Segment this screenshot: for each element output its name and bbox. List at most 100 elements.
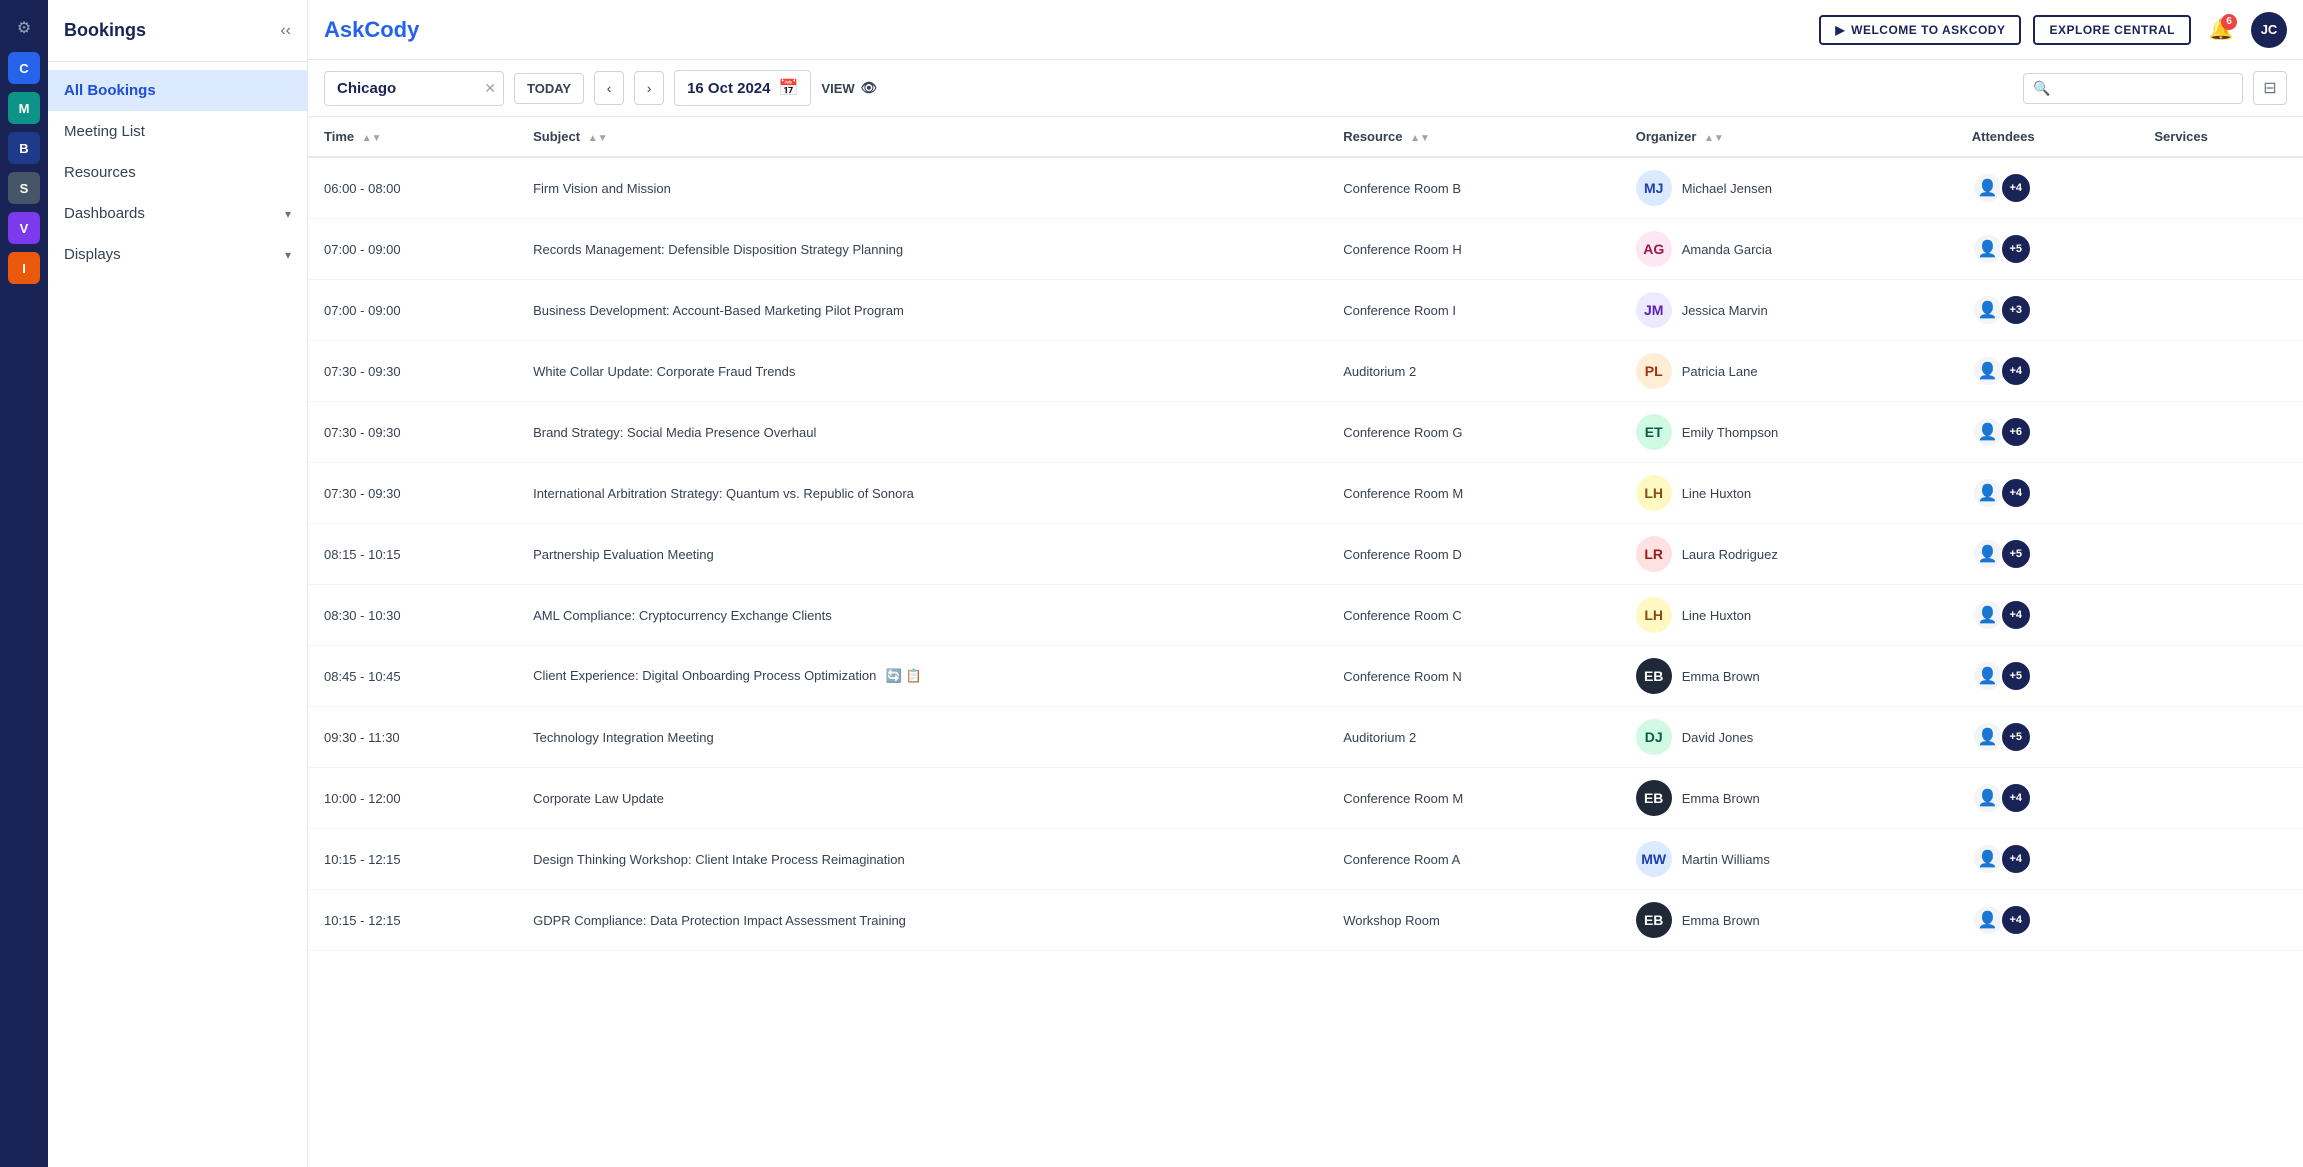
cell-time: 08:30 - 10:30 — [308, 585, 517, 646]
table-row[interactable]: 07:00 - 09:00Business Development: Accou… — [308, 280, 2303, 341]
sidebar-item-resources[interactable]: Resources — [48, 152, 307, 193]
cell-attendees: 👤+4 — [1956, 890, 2139, 951]
table-row[interactable]: 08:45 - 10:45Client Experience: Digital … — [308, 646, 2303, 707]
cell-attendees: 👤+4 — [1956, 585, 2139, 646]
cell-subject: White Collar Update: Corporate Fraud Tre… — [517, 341, 1327, 402]
welcome-button[interactable]: ▶ WELCOME TO ASKCODY — [1819, 15, 2021, 45]
organizer-name: Patricia Lane — [1682, 364, 1758, 379]
table-row[interactable]: 08:15 - 10:15Partnership Evaluation Meet… — [308, 524, 2303, 585]
filter-icon-button[interactable]: ⊟ — [2253, 71, 2287, 105]
attendee-count-badge: +4 — [2000, 599, 2032, 631]
col-organizer[interactable]: Organizer ▲▼ — [1620, 117, 1956, 157]
table-row[interactable]: 08:30 - 10:30AML Compliance: Cryptocurre… — [308, 585, 2303, 646]
attendee-avatar: 👤 — [1972, 538, 2004, 570]
sort-icon: ▲▼ — [1704, 133, 1724, 144]
chevron-down-icon: ▾ — [285, 207, 291, 221]
organizer-name: Laura Rodriguez — [1682, 547, 1778, 562]
app-logo: AskCody — [324, 17, 419, 43]
table-row[interactable]: 10:00 - 12:00Corporate Law UpdateConfere… — [308, 768, 2303, 829]
topbar: AskCody ▶ WELCOME TO ASKCODY EXPLORE CEN… — [308, 0, 2303, 60]
attendee-count-badge: +5 — [2000, 721, 2032, 753]
nav-icon-s[interactable]: S — [8, 172, 40, 204]
col-resource[interactable]: Resource ▲▼ — [1327, 117, 1620, 157]
sidebar-item-all-bookings[interactable]: All Bookings — [48, 70, 307, 111]
nav-icon-i[interactable]: I — [8, 252, 40, 284]
cell-services — [2138, 219, 2303, 280]
sidebar-item-label: Resources — [64, 164, 136, 181]
cell-subject: Business Development: Account-Based Mark… — [517, 280, 1327, 341]
notification-button[interactable]: 🔔 6 — [2203, 12, 2239, 48]
cell-organizer: EBEmma Brown — [1620, 646, 1956, 707]
cell-time: 08:45 - 10:45 — [308, 646, 517, 707]
cell-organizer: JMJessica Marvin — [1620, 280, 1956, 341]
attendee-count-badge: +5 — [2000, 233, 2032, 265]
organizer-avatar: LH — [1636, 475, 1672, 511]
col-subject[interactable]: Subject ▲▼ — [517, 117, 1327, 157]
explore-button[interactable]: EXPLORE CENTRAL — [2033, 15, 2191, 45]
sidebar-item-dashboards[interactable]: Dashboards ▾ — [48, 193, 307, 234]
filter-bar: ✕ TODAY ‹ › 16 Oct 2024 📅 VIEW 👁 🔍 ⊟ — [308, 60, 2303, 117]
organizer-name: Michael Jensen — [1682, 181, 1772, 196]
sidebar-title: Bookings — [64, 20, 146, 41]
search-input[interactable] — [2023, 73, 2243, 104]
attendee-count-badge: +4 — [2000, 172, 2032, 204]
attendee-count-badge: +4 — [2000, 477, 2032, 509]
attendee-avatar: 👤 — [1972, 294, 2004, 326]
attendee-avatar: 👤 — [1972, 904, 2004, 936]
cell-resource: Conference Room A — [1327, 829, 1620, 890]
table-row[interactable]: 07:30 - 09:30White Collar Update: Corpor… — [308, 341, 2303, 402]
attendee-count-badge: +4 — [2000, 355, 2032, 387]
user-avatar[interactable]: JC — [2251, 12, 2287, 48]
organizer-avatar: EB — [1636, 780, 1672, 816]
cell-resource: Conference Room M — [1327, 768, 1620, 829]
cell-organizer: LRLaura Rodriguez — [1620, 524, 1956, 585]
attendee-count-badge: +3 — [2000, 294, 2032, 326]
table-row[interactable]: 09:30 - 11:30Technology Integration Meet… — [308, 707, 2303, 768]
nav-icon-b[interactable]: B — [8, 132, 40, 164]
organizer-avatar: EB — [1636, 902, 1672, 938]
table-row[interactable]: 07:00 - 09:00Records Management: Defensi… — [308, 219, 2303, 280]
cell-resource: Auditorium 2 — [1327, 341, 1620, 402]
table-row[interactable]: 07:30 - 09:30Brand Strategy: Social Medi… — [308, 402, 2303, 463]
col-time[interactable]: Time ▲▼ — [308, 117, 517, 157]
cell-services — [2138, 402, 2303, 463]
location-clear-button[interactable]: ✕ — [484, 80, 496, 97]
nav-icon-c[interactable]: C — [8, 52, 40, 84]
cell-organizer: LH Line Huxton — [1620, 463, 1956, 524]
attendee-avatar: 👤 — [1972, 233, 2004, 265]
attendee-avatar: 👤 — [1972, 416, 2004, 448]
sidebar-item-meeting-list[interactable]: Meeting List — [48, 111, 307, 152]
organizer-name: Line Huxton — [1682, 486, 1751, 501]
today-button[interactable]: TODAY — [514, 73, 584, 104]
table-row[interactable]: 06:00 - 08:00Firm Vision and MissionConf… — [308, 157, 2303, 219]
cell-organizer: AGAmanda Garcia — [1620, 219, 1956, 280]
view-label: VIEW — [821, 81, 854, 96]
bookings-table-wrap: Time ▲▼ Subject ▲▼ Resource ▲▼ Organiz — [308, 117, 2303, 1167]
organizer-name: Amanda Garcia — [1682, 242, 1772, 257]
nav-icon-m[interactable]: M — [8, 92, 40, 124]
calendar-icon[interactable]: 📅 — [778, 78, 798, 98]
sidebar: Bookings ‹‹ All Bookings Meeting List Re… — [48, 0, 308, 1167]
cell-services — [2138, 646, 2303, 707]
cell-subject: Firm Vision and Mission — [517, 157, 1327, 219]
sidebar-collapse-button[interactable]: ‹‹ — [280, 22, 291, 40]
cell-organizer: EBEmma Brown — [1620, 768, 1956, 829]
cell-organizer: EBEmma Brown — [1620, 890, 1956, 951]
organizer-avatar: ET — [1636, 414, 1672, 450]
settings-icon[interactable]: ⚙ — [8, 12, 40, 44]
sidebar-item-displays[interactable]: Displays ▾ — [48, 234, 307, 275]
cell-time: 09:30 - 11:30 — [308, 707, 517, 768]
cell-time: 07:30 - 09:30 — [308, 341, 517, 402]
cell-attendees: 👤+4 — [1956, 341, 2139, 402]
next-date-button[interactable]: › — [634, 71, 664, 105]
sort-icon: ▲▼ — [362, 133, 382, 144]
nav-icon-v[interactable]: V — [8, 212, 40, 244]
welcome-label: WELCOME TO ASKCODY — [1851, 23, 2005, 37]
table-row[interactable]: 10:15 - 12:15Design Thinking Workshop: C… — [308, 829, 2303, 890]
prev-date-button[interactable]: ‹ — [594, 71, 624, 105]
table-row[interactable]: 10:15 - 12:15GDPR Compliance: Data Prote… — [308, 890, 2303, 951]
view-button[interactable]: VIEW 👁 — [821, 80, 877, 96]
cell-services — [2138, 768, 2303, 829]
location-input[interactable] — [324, 71, 504, 106]
table-row[interactable]: 07:30 - 09:30International Arbitration S… — [308, 463, 2303, 524]
